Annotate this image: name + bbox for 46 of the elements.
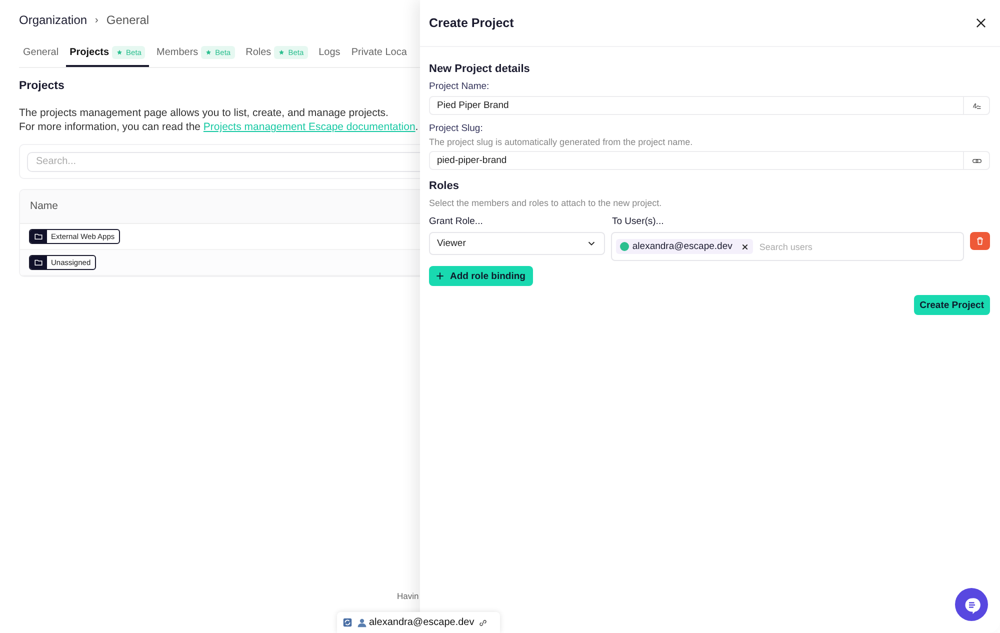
user-chip: alexandra@escape.dev	[616, 239, 754, 254]
users-field[interactable]: alexandra@escape.dev Search users	[611, 232, 964, 261]
close-button[interactable]	[974, 16, 988, 30]
link-icon	[478, 618, 488, 628]
tab[interactable]: Logs	[314, 46, 344, 67]
chat-icon	[962, 596, 980, 614]
tab[interactable]: Private Loca	[347, 46, 411, 67]
plus-icon	[435, 271, 445, 281]
project-name-field[interactable]: Pied Piper Brand	[429, 96, 964, 115]
column-header: Name	[20, 190, 420, 224]
breadcrumb-item[interactable]: General	[106, 13, 150, 27]
documentation-text: For more information, you can read the Projects management Escape documentation.	[19, 120, 420, 134]
hint-text: The project slug is automatically generated from the project name.	[429, 137, 694, 147]
close-icon	[741, 242, 750, 250]
breadcrumb-separator: ›	[95, 14, 98, 26]
refresh-icon	[342, 617, 353, 628]
column-label: To User(s)...	[612, 216, 665, 227]
signature-icon	[972, 100, 982, 110]
folder-icon	[34, 258, 43, 266]
avatar-icon	[620, 242, 630, 251]
field-label: Project Slug:	[429, 123, 484, 134]
drawer-title: Create Project	[429, 16, 514, 30]
delete-button[interactable]	[970, 232, 990, 250]
add-role-button[interactable]: Add role binding	[429, 266, 534, 286]
hint-text: Select the members and roles to attach to the new project.	[429, 198, 663, 208]
section-heading: Projects	[19, 80, 66, 92]
close-icon	[974, 16, 988, 30]
field-label: Project Name:	[429, 81, 490, 92]
role-select[interactable]: Viewer	[429, 232, 606, 255]
description-text: The projects management page allows you to list, create, and manage projects.	[19, 106, 390, 120]
trash-icon	[975, 236, 986, 246]
tab[interactable]: General	[19, 46, 63, 67]
user-icon	[357, 618, 367, 628]
star-icon	[278, 49, 286, 56]
star-icon	[116, 49, 124, 56]
project-slug-field[interactable]: pied-piper-brand	[429, 151, 964, 170]
folder-icon	[34, 232, 43, 240]
section-heading: New Project details	[429, 63, 531, 75]
search-field[interactable]: Search...	[27, 152, 420, 172]
footer-text: Havin	[397, 591, 419, 601]
user-label: alexandra@escape.dev	[357, 617, 474, 628]
create-project-button[interactable]: Create Project	[914, 295, 990, 315]
column-label: Grant Role...	[429, 216, 484, 227]
star-icon	[205, 49, 212, 56]
breadcrumb-item[interactable]: Organization	[19, 13, 88, 27]
section-heading: Roles	[429, 180, 460, 192]
